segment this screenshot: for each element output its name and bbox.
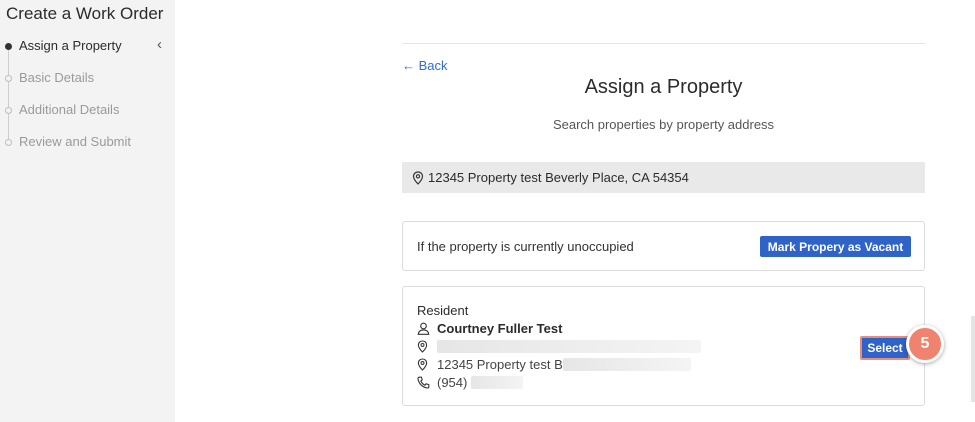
resident-name: Courtney Fuller Test: [437, 321, 563, 336]
header-divider: [402, 43, 925, 44]
property-search-input[interactable]: [428, 170, 908, 185]
back-link[interactable]: ← Back: [402, 58, 448, 73]
chevron-left-icon[interactable]: ‹: [157, 36, 162, 53]
resident-phone: (954): [437, 375, 468, 390]
redacted-address: [437, 339, 701, 353]
property-search-box[interactable]: [402, 162, 925, 193]
redacted-address: [562, 358, 691, 371]
step-label: Additional Details: [19, 102, 120, 117]
step-label: Review and Submit: [19, 134, 131, 149]
page-subtitle: Search properties by property address: [552, 117, 775, 132]
resident-property-row: 12345 Property test B: [417, 357, 691, 372]
step-dot: [5, 139, 12, 146]
sidebar: Create a Work Order Assign a Property ‹ …: [0, 0, 175, 422]
resident-heading: Resident: [417, 303, 469, 318]
step-dot: [5, 107, 12, 114]
vacant-message: If the property is currently unoccupied: [417, 239, 634, 254]
map-pin-icon: [417, 358, 433, 372]
vacant-card: If the property is currently unoccupied …: [402, 221, 925, 271]
resident-address-row: [417, 339, 701, 353]
resident-phone-row: (954): [417, 375, 524, 390]
step-label: Basic Details: [19, 70, 95, 85]
map-pin-icon: [417, 339, 433, 353]
sidebar-title: Create a Work Order: [6, 4, 164, 23]
step-dot-active: [5, 43, 12, 50]
user-icon: [417, 322, 433, 336]
select-resident-button[interactable]: Select: [860, 336, 910, 360]
step-basic-details[interactable]: Basic Details: [0, 62, 175, 94]
step-review-submit[interactable]: Review and Submit: [0, 126, 175, 158]
resident-card[interactable]: Resident Courtney Fuller Test 12345 Prop…: [402, 286, 925, 406]
phone-icon: [417, 376, 433, 390]
scrollbar-edge: [971, 316, 975, 402]
page-title: Assign a Property: [584, 76, 743, 98]
step-label: Assign a Property: [19, 38, 122, 53]
resident-property-address: 12345 Property test B: [437, 357, 563, 372]
step-number-badge: 5: [906, 325, 944, 363]
map-pin-icon: [412, 170, 424, 185]
step-additional-details[interactable]: Additional Details: [0, 94, 175, 126]
step-assign-property[interactable]: Assign a Property ‹: [0, 30, 175, 62]
mark-vacant-button[interactable]: Mark Propery as Vacant: [760, 236, 911, 257]
redacted-phone: [471, 376, 524, 389]
resident-name-row: Courtney Fuller Test: [417, 321, 562, 336]
step-dot: [5, 75, 12, 82]
